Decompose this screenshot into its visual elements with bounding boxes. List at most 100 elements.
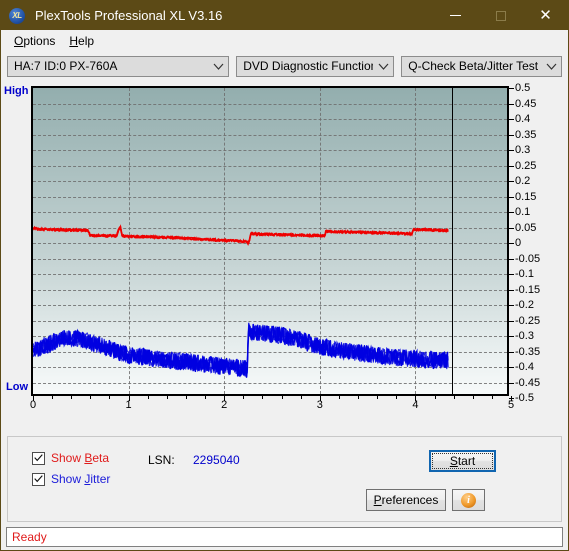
y-tick-mark bbox=[509, 274, 514, 275]
y-tick-mark bbox=[509, 258, 514, 260]
show-beta-label: Show Beta bbox=[51, 451, 110, 465]
x-tick-mark-minor bbox=[185, 396, 187, 399]
show-beta-row[interactable]: Show Beta bbox=[32, 451, 109, 465]
x-tick-label: 0 bbox=[29, 399, 37, 411]
y-tick-label: 0.4 bbox=[515, 113, 531, 125]
y-tick-label: -0.1 bbox=[515, 268, 534, 280]
test-select[interactable]: Q-Check Beta/Jitter Test bbox=[401, 55, 562, 77]
y-tick-label: -0.45 bbox=[515, 376, 541, 389]
x-tick-mark-minor bbox=[262, 396, 264, 399]
x-tick-mark-minor bbox=[338, 396, 340, 399]
y-tick-mark bbox=[509, 196, 514, 198]
menu-item-help[interactable]: Help bbox=[62, 32, 101, 50]
chevron-down-icon bbox=[208, 63, 228, 70]
y-tick-label: -0.15 bbox=[515, 283, 541, 296]
y-tick-label: -0.2 bbox=[515, 299, 534, 311]
x-tick-mark-minor bbox=[243, 396, 245, 399]
y-tick-label: 0.15 bbox=[515, 190, 537, 203]
function-select-label: DVD Diagnostic Functions bbox=[243, 59, 374, 73]
y-tick-mark bbox=[509, 305, 514, 306]
y-tick-label: -0.25 bbox=[515, 314, 541, 327]
x-tick-mark-minor bbox=[205, 396, 207, 399]
y-tick-label: 0.2 bbox=[515, 175, 531, 187]
y-tick-label: 0.25 bbox=[515, 159, 537, 172]
show-jitter-row[interactable]: Show Jitter bbox=[32, 472, 110, 486]
drive-select[interactable]: HA:7 ID:0 PX-760A bbox=[7, 55, 230, 77]
show-beta-checkbox[interactable] bbox=[32, 451, 45, 465]
x-tick-mark-minor bbox=[166, 396, 168, 399]
y-tick-mark bbox=[509, 165, 514, 167]
x-tick-label: 3 bbox=[316, 399, 323, 411]
status-bar: Ready bbox=[6, 527, 563, 547]
drive-select-label: HA:7 ID:0 PX-760A bbox=[14, 59, 118, 73]
x-tick-mark-minor bbox=[90, 396, 92, 399]
y-tick-mark bbox=[509, 88, 514, 89]
function-select[interactable]: DVD Diagnostic Functions bbox=[236, 55, 395, 77]
y-tick-label: 0.35 bbox=[515, 128, 537, 141]
x-tick-mark-minor bbox=[147, 396, 149, 399]
x-tick-mark-minor bbox=[453, 396, 455, 399]
y-tick-label: 0.5 bbox=[515, 82, 531, 94]
x-tick-mark-minor bbox=[358, 396, 360, 399]
y-tick-mark bbox=[509, 119, 514, 120]
preferences-button[interactable]: Preferences bbox=[366, 489, 446, 511]
show-jitter-checkbox[interactable] bbox=[32, 472, 45, 486]
y-tick-label: -0.35 bbox=[515, 345, 541, 358]
x-tick-label: 1 bbox=[125, 399, 132, 411]
x-tick-mark-minor bbox=[300, 396, 302, 399]
y-tick-mark bbox=[509, 181, 514, 182]
x-tick-label: 2 bbox=[221, 399, 228, 411]
series-jitter-line bbox=[33, 322, 449, 378]
y-tick-mark bbox=[509, 336, 514, 337]
window-title: PlexTools Professional XL V3.16 bbox=[35, 8, 223, 23]
preferences-button-label: Preferences bbox=[373, 493, 439, 507]
y-tick-mark bbox=[509, 134, 514, 136]
x-tick-mark-minor bbox=[396, 396, 398, 399]
y-tick-label: 0.05 bbox=[515, 221, 537, 234]
menu-item-help-label: elp bbox=[78, 33, 95, 48]
x-tick-mark-minor bbox=[71, 396, 73, 399]
application-window: XL PlexTools Professional XL V3.16 ✕ Opt… bbox=[0, 0, 569, 551]
window-controls: ✕ bbox=[433, 1, 568, 30]
y-tick-label: -0.5 bbox=[515, 392, 534, 404]
y-tick-mark bbox=[509, 320, 514, 322]
minimize-icon[interactable] bbox=[433, 1, 478, 30]
y-tick-label: 0.3 bbox=[515, 144, 531, 156]
test-select-label: Q-Check Beta/Jitter Test bbox=[408, 59, 539, 73]
close-icon[interactable]: ✕ bbox=[523, 1, 568, 30]
x-tick-mark-minor bbox=[434, 396, 436, 399]
x-tick-mark-minor bbox=[377, 396, 379, 399]
y-tick-label: 0.1 bbox=[515, 206, 531, 218]
xl-logo-icon: XL bbox=[9, 7, 25, 24]
maximize-icon[interactable] bbox=[478, 1, 523, 30]
data-end-marker bbox=[451, 88, 453, 394]
lsn-label: LSN: bbox=[148, 453, 175, 467]
y-tick-label: -0.3 bbox=[515, 330, 534, 342]
title-bar: XL PlexTools Professional XL V3.16 ✕ bbox=[1, 1, 568, 30]
x-tick-mark-minor bbox=[491, 396, 493, 399]
info-button[interactable]: i bbox=[452, 489, 485, 511]
y-tick-mark bbox=[509, 289, 514, 291]
start-button[interactable]: Start bbox=[429, 450, 496, 472]
y-tick-mark bbox=[509, 103, 514, 105]
y-tick-mark bbox=[509, 150, 514, 151]
chart-panel: High Low 0.5 0.45 0.4 0.35 0.3 0.25 0.2 0.15 0.1… bbox=[1, 81, 568, 436]
info-icon: i bbox=[461, 492, 476, 508]
lsn-value: 2295040 bbox=[193, 453, 240, 467]
x-tick-mark-minor bbox=[52, 396, 54, 399]
y-tick-label: -0.05 bbox=[515, 252, 541, 265]
y-tick-mark bbox=[509, 351, 514, 353]
menu-item-options[interactable]: Options bbox=[7, 32, 62, 50]
toolbar: HA:7 ID:0 PX-760A DVD Diagnostic Functio… bbox=[1, 51, 568, 81]
menu-bar: Options Help bbox=[1, 30, 568, 51]
y-tick-label: 0 bbox=[515, 237, 522, 249]
y-tick-label: 0.45 bbox=[515, 97, 537, 110]
chevron-down-icon bbox=[373, 63, 393, 70]
y-tick-mark bbox=[509, 367, 514, 368]
y-tick-mark bbox=[509, 212, 514, 213]
x-tick-mark-minor bbox=[281, 396, 283, 399]
focus-outline bbox=[432, 453, 493, 469]
y-tick-label: -0.4 bbox=[515, 361, 534, 373]
show-jitter-label: Show Jitter bbox=[51, 472, 111, 486]
x-tick-mark-minor bbox=[109, 396, 111, 399]
